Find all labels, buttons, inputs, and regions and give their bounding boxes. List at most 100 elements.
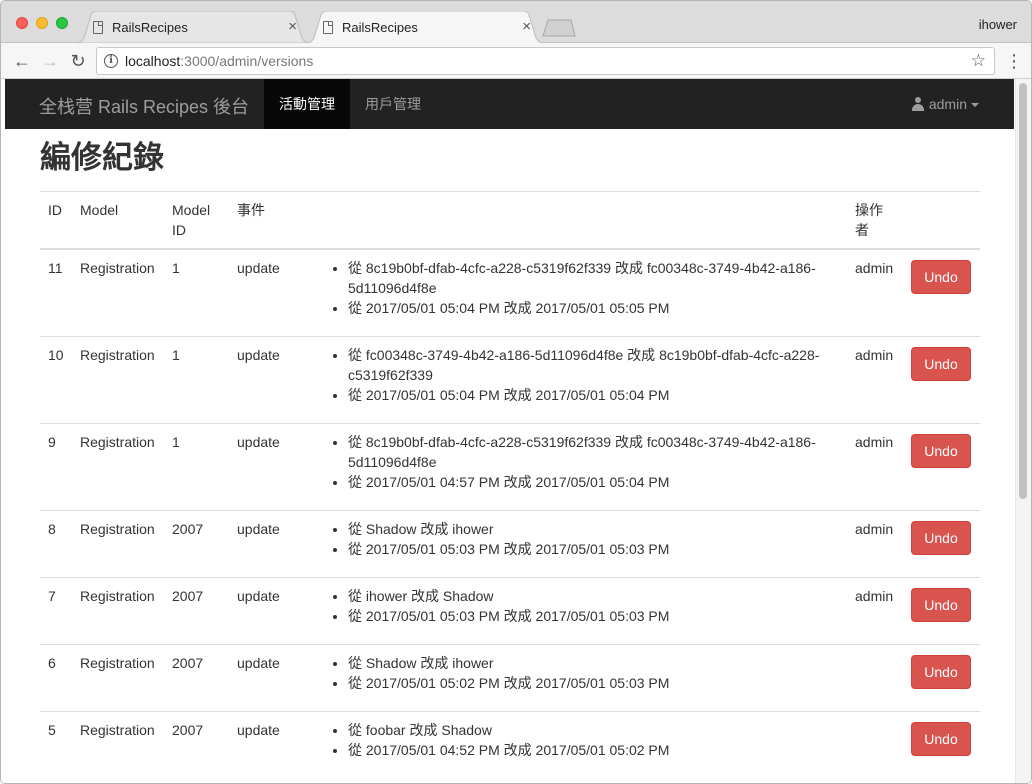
site-brand[interactable]: 全栈营 Rails Recipes 後台: [39, 93, 249, 119]
profile-name[interactable]: ihower: [979, 17, 1017, 32]
change-item: 從 2017/05/01 05:04 PM 改成 2017/05/01 05:0…: [348, 385, 839, 405]
column-header-operator: 操作者: [847, 192, 903, 250]
undo-button[interactable]: Undo: [911, 434, 971, 468]
url-text[interactable]: localhost:3000/admin/versions: [125, 53, 313, 69]
versions-table: ID Model Model ID 事件 操作者 11 Registration …: [40, 192, 980, 778]
page-icon: [323, 21, 333, 34]
zoom-window-button[interactable]: [56, 17, 68, 29]
cell-event: update: [229, 711, 318, 778]
cell-changes: 從 Shadow 改成 ihower從 2017/05/01 05:03 PM …: [318, 510, 847, 578]
tab-title: RailsRecipes: [342, 20, 418, 35]
undo-button[interactable]: Undo: [911, 655, 971, 689]
cell-actions: Undo: [903, 644, 980, 712]
nav-item-users[interactable]: 用戶管理: [350, 79, 436, 129]
back-arrow-icon[interactable]: ←: [11, 50, 33, 72]
change-item: 從 2017/05/01 05:04 PM 改成 2017/05/01 05:0…: [348, 298, 839, 318]
cell-id: 8: [40, 510, 72, 578]
column-header-actions: [903, 192, 980, 250]
cell-actions: Undo: [903, 423, 980, 511]
minimize-window-button[interactable]: [36, 17, 48, 29]
tab-title: RailsRecipes: [112, 20, 188, 35]
tab-strip: RailsRecipes × RailsRecipes × ihower: [1, 1, 1031, 43]
vertical-scrollbar[interactable]: [1015, 79, 1031, 783]
bookmark-star-icon[interactable]: ☆: [971, 51, 986, 71]
changes-list: 從 ihower 改成 Shadow從 2017/05/01 05:03 PM …: [330, 586, 839, 626]
cell-operator: admin: [847, 336, 903, 424]
cell-changes: 從 8c19b0bf-dfab-4cfc-a228-c5319f62f339 改…: [318, 249, 847, 337]
cell-changes: 從 Shadow 改成 ihower從 2017/05/01 05:02 PM …: [318, 644, 847, 712]
cell-event: update: [237, 260, 280, 276]
change-item: 從 2017/05/01 05:03 PM 改成 2017/05/01 05:0…: [348, 539, 839, 559]
browser-tab-2-active[interactable]: RailsRecipes ×: [305, 11, 545, 43]
cell-operator: [847, 711, 903, 778]
column-header-event: 事件: [229, 192, 318, 250]
cell-model-id: 1: [172, 260, 180, 276]
cell-actions: Undo: [903, 249, 980, 337]
nav-item-events[interactable]: 活動管理: [264, 79, 350, 129]
undo-button[interactable]: Undo: [911, 347, 971, 381]
url-path: :3000/admin/versions: [180, 53, 314, 69]
cell-event: update: [229, 644, 318, 712]
user-menu-dropdown[interactable]: admin: [911, 79, 979, 129]
browser-tab-1[interactable]: RailsRecipes ×: [75, 11, 311, 43]
undo-button[interactable]: Undo: [911, 722, 971, 756]
info-icon[interactable]: i: [104, 54, 118, 68]
cell-model-id: 1: [164, 423, 229, 511]
cell-id: 11: [48, 260, 63, 276]
cell-actions: Undo: [903, 510, 980, 578]
cell-event: update: [229, 510, 318, 578]
table-row: 11 Registration 1 update 從 8c19b0bf-dfab…: [40, 249, 980, 337]
tab-close-icon[interactable]: ×: [522, 18, 531, 36]
changes-list: 從 foobar 改成 Shadow從 2017/05/01 04:52 PM …: [330, 720, 839, 760]
cell-actions: Undo: [903, 577, 980, 645]
column-header-model: Model: [72, 192, 164, 250]
cell-model: Registration: [72, 711, 164, 778]
undo-button[interactable]: Undo: [911, 260, 971, 294]
cell-model-id: 2007: [164, 644, 229, 712]
change-item: 從 foobar 改成 Shadow: [348, 720, 839, 740]
cell-changes: 從 8c19b0bf-dfab-4cfc-a228-c5319f62f339 改…: [318, 423, 847, 511]
cell-operator: admin: [847, 423, 903, 511]
reload-icon[interactable]: ↻: [67, 50, 89, 72]
new-tab-button[interactable]: [541, 19, 577, 37]
cell-id: 9: [40, 423, 72, 511]
cell-event: update: [229, 423, 318, 511]
cell-operator: admin: [847, 510, 903, 578]
cell-model-id: 2007: [164, 577, 229, 645]
close-window-button[interactable]: [16, 17, 28, 29]
cell-changes: 從 ihower 改成 Shadow從 2017/05/01 05:03 PM …: [318, 577, 847, 645]
table-row: 6 Registration 2007 update 從 Shadow 改成 i…: [40, 644, 980, 712]
changes-list: 從 Shadow 改成 ihower從 2017/05/01 05:03 PM …: [330, 519, 839, 559]
changes-list: 從 8c19b0bf-dfab-4cfc-a228-c5319f62f339 改…: [330, 432, 839, 492]
tab-close-icon[interactable]: ×: [288, 18, 297, 36]
changes-list: 從 Shadow 改成 ihower從 2017/05/01 05:02 PM …: [330, 653, 839, 693]
cell-actions: Undo: [903, 336, 980, 424]
cell-id: 5: [40, 711, 72, 778]
cell-model: Registration: [72, 577, 164, 645]
browser-window: RailsRecipes × RailsRecipes × ihower ← →…: [0, 0, 1032, 784]
column-header-operator-line1: 操作: [855, 202, 883, 218]
browser-menu-icon[interactable]: ⋮: [1005, 50, 1023, 72]
cell-model-id: 2007: [164, 510, 229, 578]
cell-changes: 從 foobar 改成 Shadow從 2017/05/01 04:52 PM …: [318, 711, 847, 778]
cell-model-id: 1: [164, 336, 229, 424]
forward-arrow-icon[interactable]: →: [39, 50, 61, 72]
column-header-model-id: Model ID: [164, 192, 229, 250]
change-item: 從 2017/05/01 04:57 PM 改成 2017/05/01 05:0…: [348, 472, 839, 492]
undo-button[interactable]: Undo: [911, 521, 971, 555]
undo-button[interactable]: Undo: [911, 588, 971, 622]
change-item: 從 fc00348c-3749-4b42-a186-5d11096d4f8e 改…: [348, 345, 839, 385]
cell-model: Registration: [72, 336, 164, 424]
table-row: 8 Registration 2007 update 從 Shadow 改成 i…: [40, 510, 980, 578]
cell-model: Registration: [72, 644, 164, 712]
page-icon: [93, 21, 103, 34]
cell-model: Registration: [72, 510, 164, 578]
column-header-operator-line2: 者: [855, 222, 869, 238]
column-header-id: ID: [40, 192, 72, 250]
browser-toolbar: ← → ↻ i localhost:3000/admin/versions ☆ …: [1, 43, 1031, 79]
column-header-model-id-line1: Model: [172, 202, 211, 218]
scrollbar-thumb[interactable]: [1019, 83, 1027, 499]
change-item: 從 Shadow 改成 ihower: [348, 519, 839, 539]
cell-event: update: [229, 577, 318, 645]
address-bar[interactable]: i localhost:3000/admin/versions ☆: [96, 47, 995, 75]
